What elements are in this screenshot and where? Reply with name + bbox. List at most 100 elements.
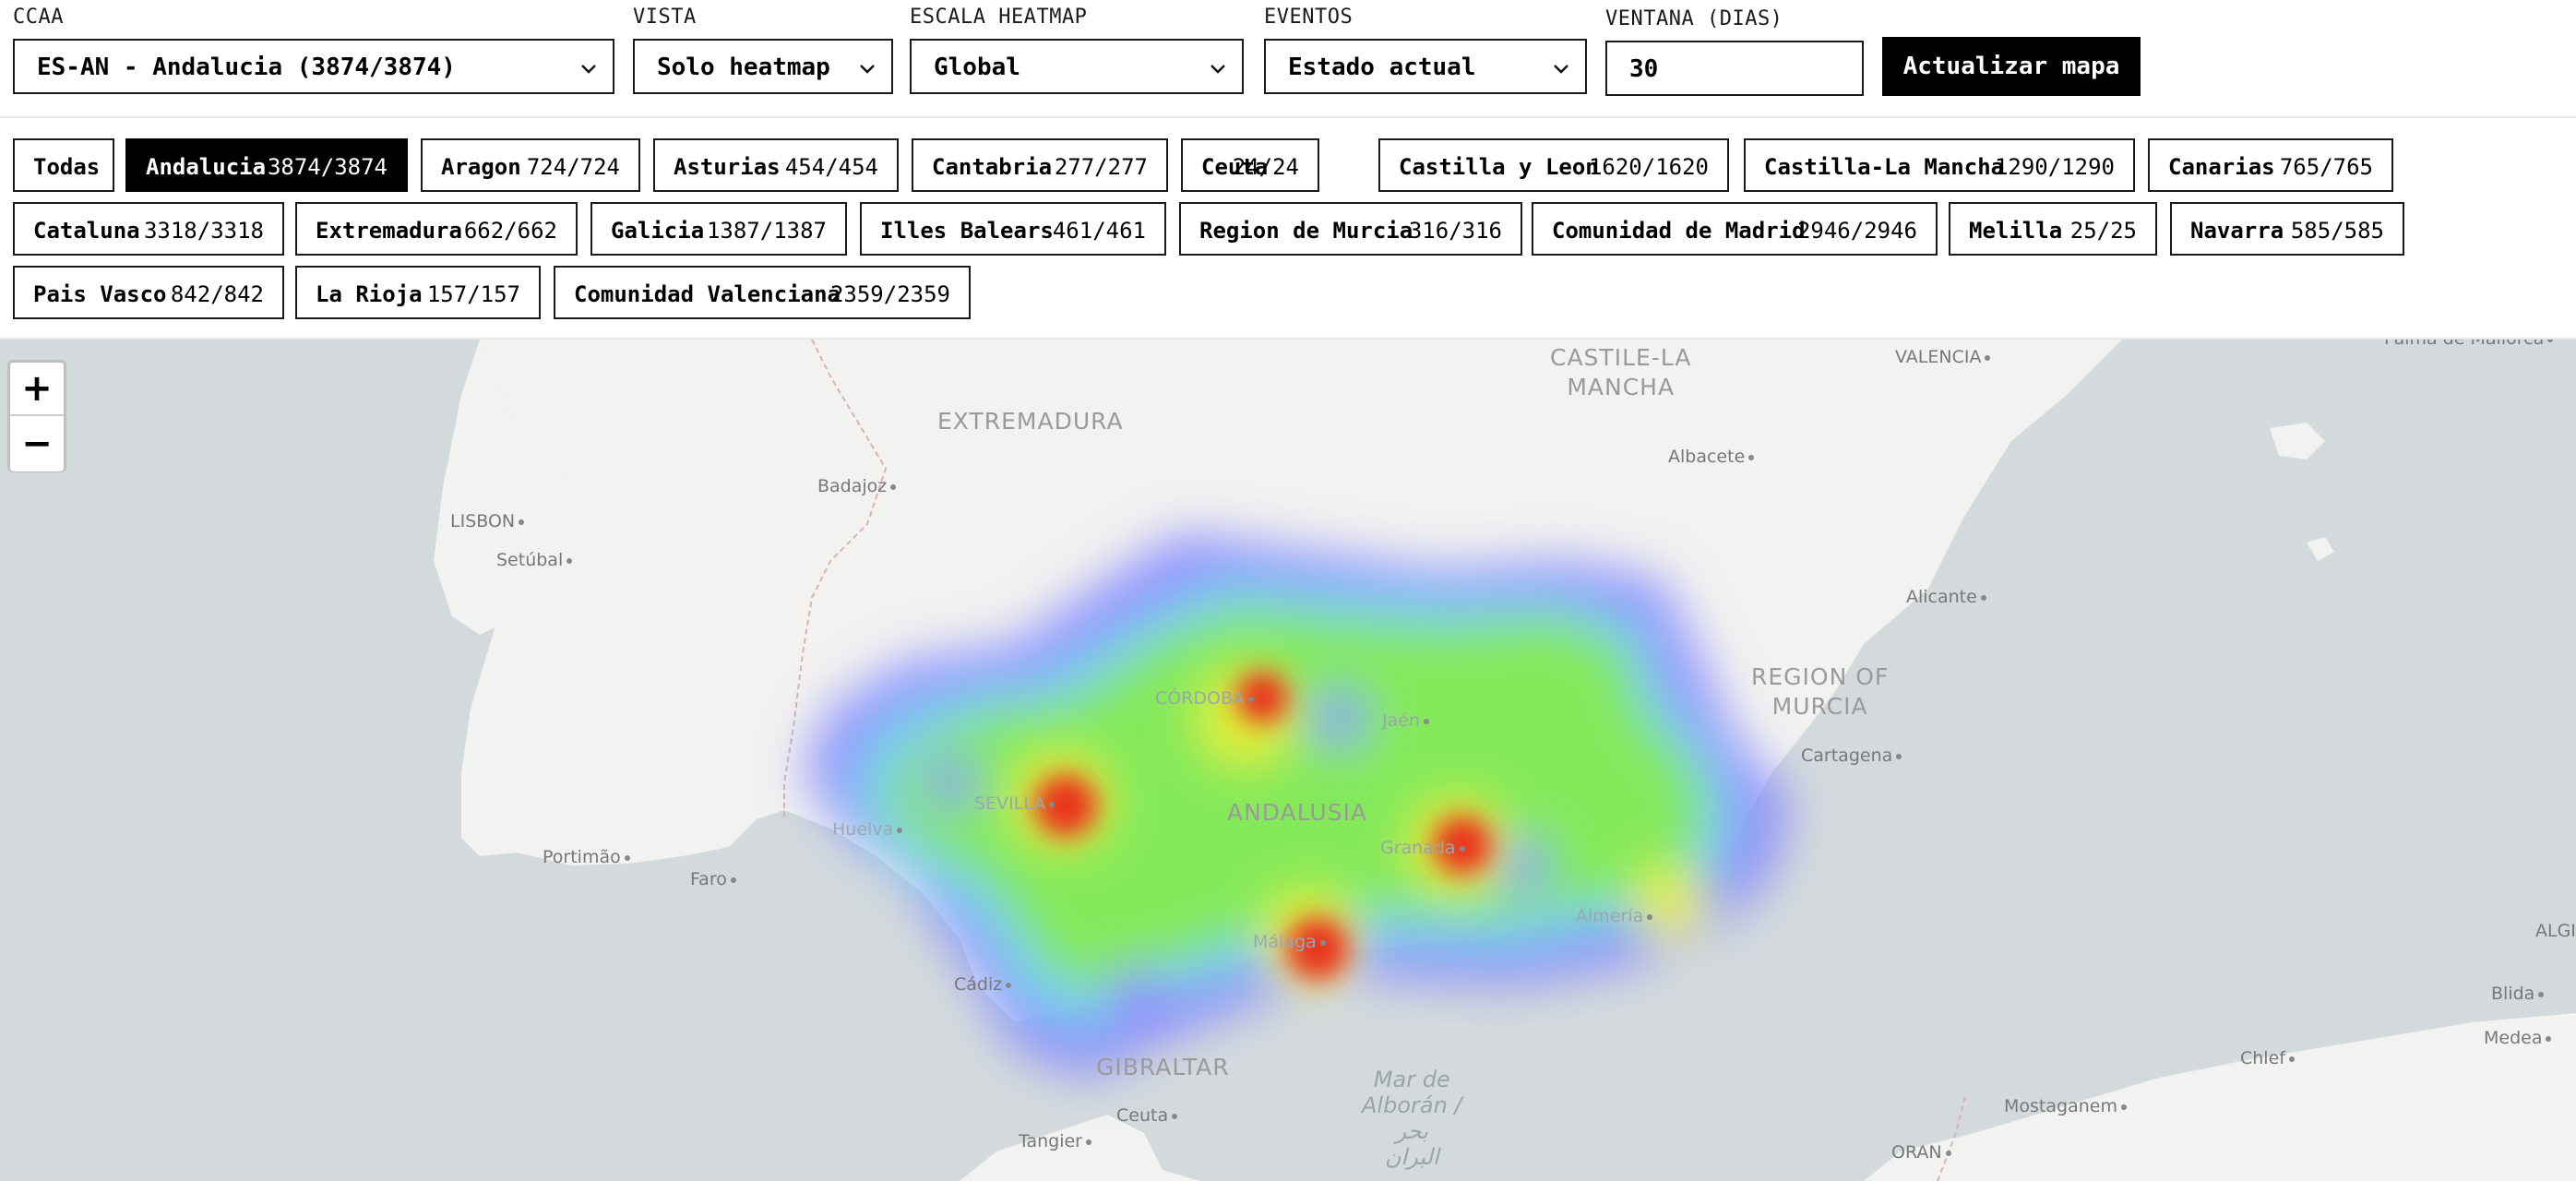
chip-comunidad-valenciana[interactable]: Comunidad Valenciana 2359/2359: [554, 266, 971, 319]
chip-todas[interactable]: Todas: [13, 138, 114, 192]
vista-select[interactable]: Solo heatmap: [633, 39, 893, 94]
eventos-select-value: Estado actual: [1288, 54, 1476, 81]
plus-icon: +: [21, 367, 53, 410]
chip-melilla[interactable]: Melilla 25/25: [1949, 202, 2157, 256]
label-badajoz: Badajoz: [817, 476, 896, 496]
ventana-input-value: 30: [1629, 55, 1659, 83]
chip-name: Extremadura: [316, 218, 462, 244]
chip-la-rioja[interactable]: La Rioja 157/157: [295, 266, 541, 319]
chip-count: 2359/2359: [829, 281, 950, 307]
ccaa-field: CCAA ES-AN - Andalucia (3874/3874): [13, 6, 614, 98]
chip-count: 662/662: [463, 218, 557, 244]
ventana-input[interactable]: 30: [1605, 41, 1864, 96]
label-alicante: Alicante: [1906, 587, 1986, 607]
label-oran: ORAN: [1891, 1142, 1951, 1163]
chip-name: Region de Murcia: [1199, 218, 1413, 244]
ccaa-label: CCAA: [13, 6, 64, 29]
chip-count: 3318/3318: [143, 218, 264, 244]
zoom-in-button[interactable]: +: [10, 363, 64, 416]
ccaa-select[interactable]: ES-AN - Andalucia (3874/3874): [13, 39, 614, 94]
chip-cataluna[interactable]: Cataluna 3318/3318: [13, 202, 284, 256]
heat-blue-hole-1: [1310, 690, 1366, 746]
label-setubal: Setúbal: [496, 550, 572, 570]
algeria-landmass: [1864, 1013, 2576, 1181]
region-chip-list: Todas Andalucia 3874/3874 Aragon 724/724…: [0, 118, 2576, 340]
filter-bar: CCAA ES-AN - Andalucia (3874/3874) VISTA…: [0, 0, 2576, 118]
label-gibraltar: GIBRALTAR: [1096, 1054, 1230, 1080]
chip-name: Comunidad de Madrid: [1552, 218, 1806, 244]
chip-name: Navarra: [2190, 218, 2284, 244]
eventos-select[interactable]: Estado actual: [1264, 39, 1587, 94]
chip-ceuta[interactable]: Ceuta 24/24: [1181, 138, 1319, 192]
chip-name: Aragon: [441, 154, 521, 180]
chip-count: 1620/1620: [1588, 154, 1709, 180]
chip-count: 461/461: [1052, 218, 1146, 244]
heatmap-map[interactable]: CASTILE-LA MANCHA EXTREMADURA ANDALUSIA …: [0, 340, 2576, 1181]
chip-name: Cataluna: [33, 218, 140, 244]
chip-name: Cantabria: [932, 154, 1053, 180]
chip-count: 765/765: [2279, 154, 2373, 180]
label-andalusia: ANDALUSIA: [1227, 799, 1368, 826]
chip-cantabria[interactable]: Cantabria 277/277: [912, 138, 1168, 192]
ventana-field: VENTANA (DIAS) 30: [1605, 7, 1864, 100]
map-basemap: [0, 340, 2576, 1181]
chip-asturias[interactable]: Asturias 454/454: [653, 138, 899, 192]
chip-illes-balears[interactable]: Illes Balears 461/461: [860, 202, 1166, 256]
chip-region-de-murcia[interactable]: Region de Murcia 316/316: [1179, 202, 1522, 256]
zoom-out-button[interactable]: −: [10, 418, 64, 471]
label-malaga: Málaga: [1253, 932, 1326, 952]
label-tangier: Tangier: [1019, 1131, 1091, 1151]
chip-count: 454/454: [784, 154, 878, 180]
label-castile-la-mancha: CASTILE-LA MANCHA: [1550, 344, 1692, 400]
chip-galicia[interactable]: Galicia 1387/1387: [590, 202, 847, 256]
chip-count: 1387/1387: [706, 218, 827, 244]
heat-blue-hole-3: [1107, 967, 1163, 1022]
escala-select[interactable]: Global: [910, 39, 1244, 94]
label-lisbon: LISBON: [450, 511, 524, 531]
chip-count: 25/25: [2069, 218, 2137, 244]
chip-name: Todas: [33, 154, 101, 180]
chip-navarra[interactable]: Navarra 585/585: [2170, 202, 2404, 256]
chip-castilla-y-leon[interactable]: Castilla y Leon 1620/1620: [1378, 138, 1729, 192]
chip-pais-vasco[interactable]: Pais Vasco 842/842: [13, 266, 284, 319]
label-cartagena: Cartagena: [1801, 746, 1902, 766]
label-granada: Granada: [1380, 838, 1465, 858]
chip-count: 24/24: [1232, 154, 1299, 180]
chip-name: Illes Balears: [880, 218, 1054, 244]
chip-count: 316/316: [1408, 218, 1502, 244]
chip-aragon[interactable]: Aragon 724/724: [421, 138, 640, 192]
chip-andalucia[interactable]: Andalucia 3874/3874: [125, 138, 408, 192]
label-mostaganem: Mostaganem: [2004, 1096, 2127, 1116]
update-map-button[interactable]: Actualizar mapa: [1882, 37, 2141, 96]
label-huelva: Huelva: [832, 819, 902, 840]
label-sevilla: SEVILLA: [974, 793, 1055, 814]
label-chlef: Chlef: [2240, 1048, 2295, 1068]
label-cordoba: CÓRDOBA: [1155, 688, 1254, 709]
chip-name: Asturias: [674, 154, 781, 180]
minus-icon: −: [21, 423, 53, 465]
label-region-of-murcia: REGION OF MURCIA: [1751, 663, 1890, 720]
chip-name: Galicia: [611, 218, 705, 244]
chip-count: 2946/2946: [1796, 218, 1917, 244]
chip-extremadura[interactable]: Extremadura 662/662: [295, 202, 578, 256]
chip-count: 724/724: [526, 154, 620, 180]
vista-field: VISTA Solo heatmap: [633, 6, 893, 98]
chevron-down-icon: [1207, 57, 1229, 79]
label-alboran-sea: Mar de Alborán / بحر البران: [1362, 1067, 1462, 1170]
chip-castilla-la-mancha[interactable]: Castilla-La Mancha 1290/1290: [1744, 138, 2135, 192]
chip-count: 842/842: [170, 281, 264, 307]
eventos-field: EVENTOS Estado actual: [1264, 6, 1587, 98]
chip-count: 277/277: [1054, 154, 1148, 180]
chevron-down-icon: [578, 57, 600, 79]
chip-count: 585/585: [2290, 218, 2384, 244]
label-extremadura: EXTREMADURA: [937, 408, 1124, 435]
label-algiers: ALGIERS: [2535, 921, 2576, 941]
chip-canarias[interactable]: Canarias 765/765: [2148, 138, 2393, 192]
chip-name: Castilla-La Mancha: [1764, 154, 2005, 180]
heat-blue-hole-4: [924, 757, 976, 808]
label-blida: Blida: [2491, 984, 2544, 1004]
label-almeria: Almería: [1576, 906, 1652, 926]
zoom-control: + −: [7, 360, 66, 472]
chip-comunidad-de-madrid[interactable]: Comunidad de Madrid 2946/2946: [1532, 202, 1938, 256]
ventana-label: VENTANA (DIAS): [1605, 7, 1783, 30]
